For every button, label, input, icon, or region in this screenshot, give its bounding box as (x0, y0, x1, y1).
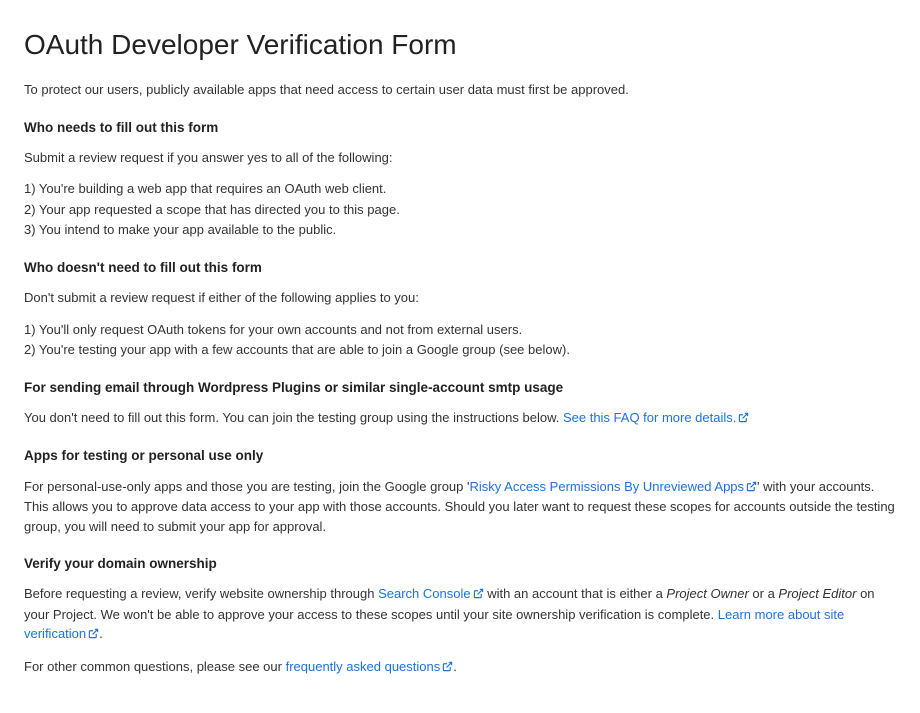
external-link-icon (473, 585, 484, 605)
who-doesnt-lead: Don't submit a review request if either … (24, 288, 896, 308)
smtp-text: You don't need to fill out this form. Yo… (24, 408, 896, 429)
external-link-icon (88, 625, 99, 645)
role-owner: Project Owner (666, 586, 748, 601)
faq-link-2[interactable]: frequently asked questions (286, 659, 454, 674)
verify2-before: For other common questions, please see o… (24, 659, 286, 674)
verify-mid1: with an account that is either a (484, 586, 667, 601)
verify-text-2: For other common questions, please see o… (24, 657, 896, 678)
who-doesnt-list: 1) You'll only request OAuth tokens for … (24, 320, 896, 360)
list-item: 3) You intend to make your app available… (24, 220, 896, 240)
role-editor: Project Editor (778, 586, 856, 601)
heading-testing: Apps for testing or personal use only (24, 446, 896, 466)
heading-verify-domain: Verify your domain ownership (24, 554, 896, 574)
verify-text-1: Before requesting a review, verify websi… (24, 584, 896, 645)
page-title: OAuth Developer Verification Form (24, 24, 896, 66)
verify-end: . (99, 626, 103, 641)
list-item: 2) You're testing your app with a few ac… (24, 340, 896, 360)
list-item: 1) You'll only request OAuth tokens for … (24, 320, 896, 340)
external-link-icon (442, 658, 453, 678)
heading-who-doesnt: Who doesn't need to fill out this form (24, 258, 896, 278)
verify2-end: . (453, 659, 457, 674)
verify-mid2: or a (749, 586, 779, 601)
intro-text: To protect our users, publicly available… (24, 80, 896, 100)
external-link-icon (738, 409, 749, 429)
testing-text: For personal-use-only apps and those you… (24, 477, 896, 537)
smtp-text-before: You don't need to fill out this form. Yo… (24, 410, 563, 425)
heading-smtp: For sending email through Wordpress Plug… (24, 378, 896, 398)
search-console-link[interactable]: Search Console (378, 586, 484, 601)
list-item: 1) You're building a web app that requir… (24, 179, 896, 199)
faq-link[interactable]: See this FAQ for more details. (563, 410, 749, 425)
external-link-icon (746, 478, 757, 498)
list-item: 2) Your app requested a scope that has d… (24, 200, 896, 220)
heading-who-needs: Who needs to fill out this form (24, 118, 896, 138)
risky-access-link[interactable]: Risky Access Permissions By Unreviewed A… (469, 479, 757, 494)
who-needs-list: 1) You're building a web app that requir… (24, 179, 896, 240)
testing-before: For personal-use-only apps and those you… (24, 479, 469, 494)
verify-before: Before requesting a review, verify websi… (24, 586, 378, 601)
who-needs-lead: Submit a review request if you answer ye… (24, 148, 896, 168)
